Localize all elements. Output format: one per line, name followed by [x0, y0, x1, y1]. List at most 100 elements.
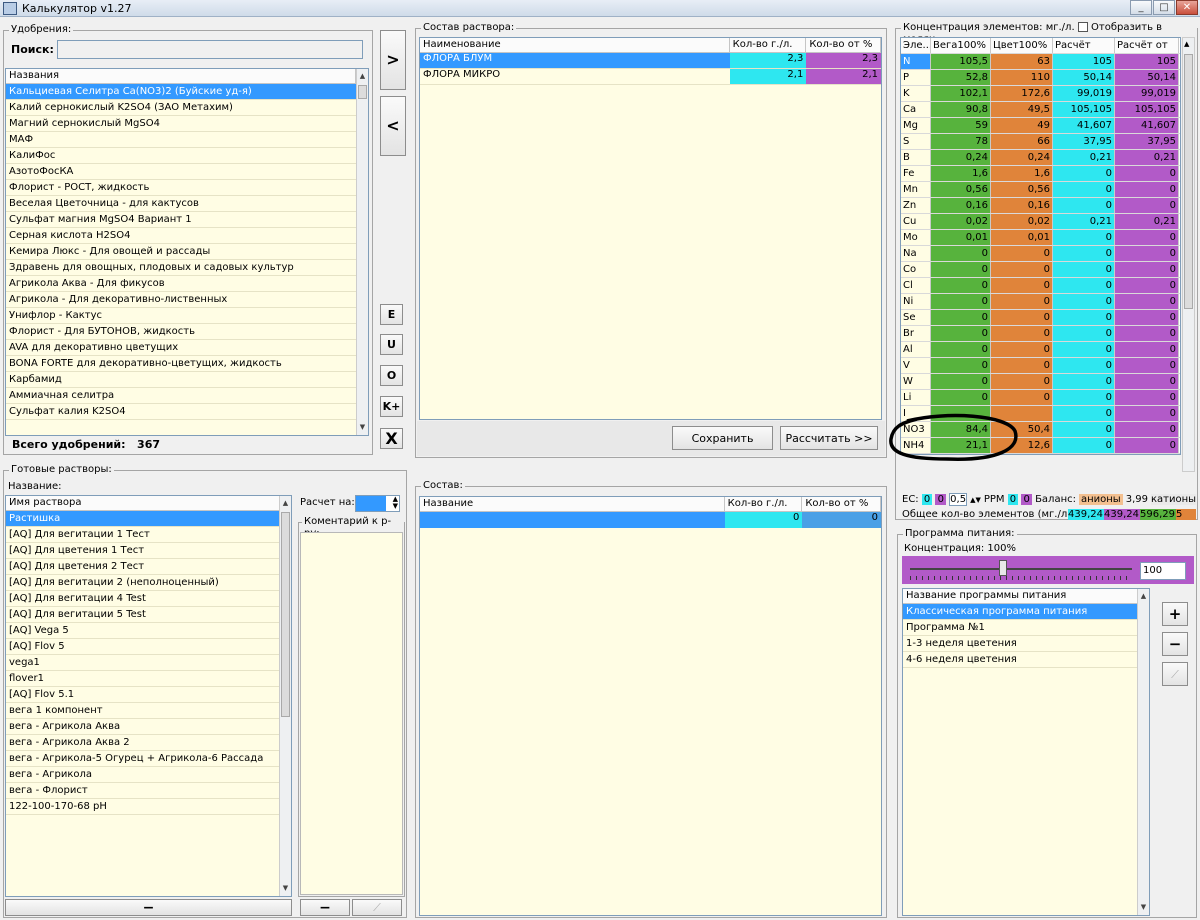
fertilizers-list-header[interactable]: Названия	[6, 69, 368, 84]
fertilizer-item[interactable]: Серная кислота H2SO4	[6, 228, 368, 244]
element-row[interactable]: Mo 0,01 0,01 0 0	[901, 230, 1180, 246]
ec-spinner-icon[interactable]: ▲▼	[970, 496, 981, 504]
element-row[interactable]: Br 0 0 0 0	[901, 326, 1180, 342]
k-plus-button[interactable]: K+	[380, 396, 403, 417]
solution-item[interactable]: [AQ] Для цветения 1 Тест	[6, 543, 291, 559]
element-row[interactable]: N 105,5 63 105 105	[901, 54, 1180, 70]
calc-spinner-icon[interactable]: ▲ ▼	[393, 496, 398, 510]
element-row[interactable]: Co 0 0 0 0	[901, 262, 1180, 278]
solution-item[interactable]: [AQ] Для вегитации 4 Test	[6, 591, 291, 607]
fertilizer-item[interactable]: Флорист - Для БУТОНОВ, жидкость	[6, 324, 368, 340]
concentration-scrollbar[interactable]: ▲	[1182, 37, 1195, 472]
slider-track[interactable]	[910, 568, 1132, 570]
contents-column-name[interactable]: Название	[420, 497, 725, 511]
solution-item[interactable]: flover1	[6, 671, 291, 687]
add-program-button[interactable]: +	[1162, 602, 1188, 626]
save-button[interactable]: Сохранить	[672, 426, 773, 450]
program-item[interactable]: 1-3 неделя цветения	[903, 636, 1149, 652]
solution-item[interactable]: вега - Агрикола	[6, 767, 291, 783]
col-calc[interactable]: Расчёт	[1053, 38, 1115, 53]
solution-item[interactable]: вега 1 компонент	[6, 703, 291, 719]
fertilizer-item[interactable]: МАФ	[6, 132, 368, 148]
solution-item[interactable]: [AQ] Vega 5	[6, 623, 291, 639]
concentration-header[interactable]: Эле... Вега100% Цвет100% Расчёт Расчёт о…	[901, 38, 1180, 54]
fertilizer-item[interactable]: Веселая Цветочница - для кактусов	[6, 196, 368, 212]
element-row[interactable]: S 78 66 37,95 37,95	[901, 134, 1180, 150]
element-row[interactable]: Ni 0 0 0 0	[901, 294, 1180, 310]
solution-item[interactable]: [AQ] Для вегитации 5 Test	[6, 607, 291, 623]
fertilizer-item[interactable]: КалиФос	[6, 148, 368, 164]
remove-solution-button[interactable]: −	[5, 899, 292, 916]
add-to-composition-button[interactable]: >	[380, 30, 406, 90]
fertilizer-item[interactable]: Сульфат магния MgSO4 Вариант 1	[6, 212, 368, 228]
fertilizer-item[interactable]: АзотоФосКА	[6, 164, 368, 180]
element-row[interactable]: Mg 59 49 41,607 41,607	[901, 118, 1180, 134]
moles-checkbox[interactable]	[1077, 22, 1088, 32]
column-percent[interactable]: Кол-во от %	[806, 38, 881, 52]
col-vega[interactable]: Вега100%	[931, 38, 991, 53]
fertilizer-item[interactable]: Агрикола - Для декоративно-лиственных	[6, 292, 368, 308]
column-program-name[interactable]: Название программы питания	[903, 589, 1138, 603]
calculate-button[interactable]: Рассчитать >>	[780, 426, 878, 450]
ready-scrollbar[interactable]: ▲ ▼	[279, 496, 291, 896]
element-row[interactable]: Mn 0,56 0,56 0 0	[901, 182, 1180, 198]
ec-input[interactable]: 0,5	[949, 493, 968, 506]
composition-row[interactable]: ФЛОРА МИКРО 2,1 2,1	[420, 69, 881, 85]
contents-header[interactable]: Название Кол-во г./л. Кол-во от %	[420, 497, 881, 512]
close-window-button[interactable]: ✕	[1176, 0, 1198, 15]
solution-item[interactable]: 122-100-170-68 pH	[6, 799, 291, 815]
scroll-thumb[interactable]	[281, 512, 290, 717]
slider-thumb[interactable]	[999, 560, 1008, 576]
ready-list-header[interactable]: Имя раствора	[6, 496, 291, 511]
e-button[interactable]: E	[380, 304, 403, 325]
program-list-header[interactable]: Название программы питания	[903, 589, 1149, 604]
fertilizer-item[interactable]: Сульфат калия K2SO4	[6, 404, 368, 420]
solution-item[interactable]: Растишка	[6, 511, 291, 527]
o-button[interactable]: O	[380, 365, 403, 386]
composition-header[interactable]: Наименование Кол-во г./л. Кол-во от %	[420, 38, 881, 53]
column-grams[interactable]: Кол-во г./л.	[730, 38, 807, 52]
column-names[interactable]: Названия	[6, 69, 356, 83]
col-calc-percent[interactable]: Расчёт от %	[1115, 38, 1179, 53]
remove-comment-button[interactable]: −	[300, 899, 350, 916]
composition-row[interactable]: ФЛОРА БЛУМ 2,3 2,3	[420, 53, 881, 69]
element-row[interactable]: Fe 1,6 1,6 0 0	[901, 166, 1180, 182]
fertilizer-item[interactable]: Карбамид	[6, 372, 368, 388]
element-row[interactable]: K 102,1 172,6 99,019 99,019	[901, 86, 1180, 102]
solution-item[interactable]: [AQ] Flov 5.1	[6, 687, 291, 703]
fertilizer-item[interactable]: Унифлор - Кактус	[6, 308, 368, 324]
scroll-thumb[interactable]	[1184, 54, 1193, 309]
fertilizer-item[interactable]: Агрикола Аква - Для фикусов	[6, 276, 368, 292]
element-row[interactable]: Zn 0,16 0,16 0 0	[901, 198, 1180, 214]
col-element[interactable]: Эле...	[901, 38, 931, 53]
fertilizer-item[interactable]: Аммиачная селитра	[6, 388, 368, 404]
program-chart-icon[interactable]: ⟋	[1162, 662, 1188, 686]
contents-column-grams[interactable]: Кол-во г./л.	[725, 497, 803, 511]
fertilizer-item[interactable]: BONA FORTE для декоративно-цветущих, жид…	[6, 356, 368, 372]
solution-item[interactable]: [AQ] Для цветения 2 Тест	[6, 559, 291, 575]
solution-item[interactable]: [AQ] Flov 5	[6, 639, 291, 655]
solution-item[interactable]: вега - Флорист	[6, 783, 291, 799]
u-button[interactable]: U	[380, 334, 403, 355]
comment-textarea[interactable]	[300, 532, 403, 895]
solution-item[interactable]: вега - Агрикола Аква	[6, 719, 291, 735]
program-item[interactable]: Классическая программа питания	[903, 604, 1149, 620]
element-row[interactable]: Li 0 0 0 0	[901, 390, 1180, 406]
fertilizer-item[interactable]: Кемира Люкс - Для овощей и рассады	[6, 244, 368, 260]
element-row[interactable]: Cl 0 0 0 0	[901, 278, 1180, 294]
fertilizer-item[interactable]: Здравень для овощных, плодовых и садовых…	[6, 260, 368, 276]
solution-item[interactable]: вега - Агрикола Аква 2	[6, 735, 291, 751]
fertilizer-item[interactable]: Флорист - РОСТ, жидкость	[6, 180, 368, 196]
element-row[interactable]: Se 0 0 0 0	[901, 310, 1180, 326]
solution-item[interactable]: [AQ] Для вегитации 1 Тест	[6, 527, 291, 543]
column-solution-name[interactable]: Имя раствора	[6, 496, 280, 510]
element-row[interactable]: P 52,8 110 50,14 50,14	[901, 70, 1180, 86]
solution-item[interactable]: [AQ] Для вегитации 2 (неполноценный)	[6, 575, 291, 591]
maximize-button[interactable]: □	[1153, 0, 1175, 15]
element-row[interactable]: B 0,24 0,24 0,21 0,21	[901, 150, 1180, 166]
element-row[interactable]: Al 0 0 0 0	[901, 342, 1180, 358]
solution-item[interactable]: vega1	[6, 655, 291, 671]
edit-chart-icon[interactable]: ⟋	[352, 899, 402, 916]
fertilizers-scrollbar[interactable]: ▲ ▼	[356, 69, 368, 435]
program-item[interactable]: Программа №1	[903, 620, 1149, 636]
